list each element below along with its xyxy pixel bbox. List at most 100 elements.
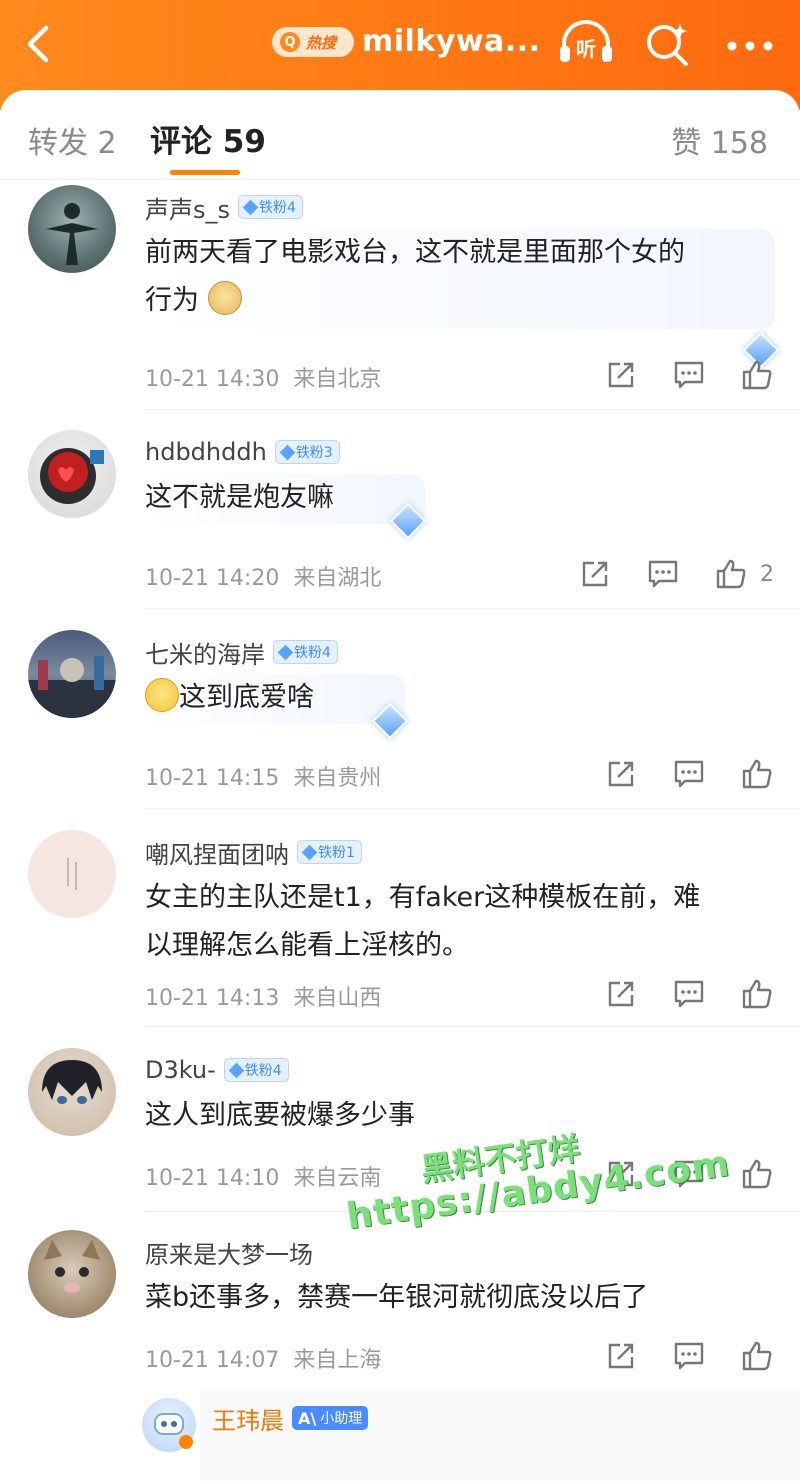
more-icon[interactable] [724,26,776,66]
comment-text: 这到底爱啥 [179,682,314,713]
comment-meta: 10-21 14:13 来自山西 [145,980,381,1012]
avatar[interactable] [28,1230,116,1318]
comment-meta: 10-21 14:15 来自贵州 [145,760,381,792]
comment-text: 菜b还事多，禁赛一年银河就彻底没以后了 [145,1282,649,1313]
like-icon[interactable] [740,1157,774,1191]
comment-time: 10-21 14:30 [145,367,280,392]
comment-time: 10-21 14:07 [145,1348,280,1373]
username[interactable]: hdbdhddh [145,438,267,466]
username[interactable]: D3ku- [145,1056,216,1084]
comment-location: 来自上海 [293,1348,382,1373]
avatar[interactable] [28,430,116,518]
comment-bubble: 这到底爱啥 [145,674,409,740]
assistant-badge-label: 小助理 [320,1411,363,1427]
share-icon[interactable] [604,757,638,791]
comment-icon[interactable] [672,977,706,1011]
fan-badge-label: 铁粉3 [295,445,333,461]
avatar[interactable] [28,1048,116,1136]
comment-meta: 10-21 14:07 来自上海 [145,1342,381,1374]
share-icon[interactable] [578,557,612,591]
diamond-icon [301,844,318,860]
comment-location: 来自云南 [293,1166,382,1191]
comment-location: 来自北京 [293,367,382,392]
username[interactable]: 七米的海岸 [145,635,265,670]
diamond-icon [279,444,296,460]
assistant-badge: A\ 小助理 [292,1406,369,1430]
hot-topic-title[interactable]: milkywa... [362,24,540,59]
comment-meta: 10-21 14:10 来自云南 [145,1160,381,1192]
avatar[interactable] [142,1398,196,1452]
comment-icon[interactable] [672,757,706,791]
like-icon[interactable] [740,358,774,392]
comment-location: 来自湖北 [293,566,382,591]
doge-emoji-icon [207,281,242,315]
divider [145,409,800,410]
tab-likes[interactable]: 赞 158 [671,118,768,162]
comment-icon[interactable] [672,1339,706,1373]
tab-bar: 转发 2 评论 59 赞 158 [0,90,800,180]
like-icon[interactable] [740,757,774,791]
fan-badge-label: 铁粉1 [318,845,355,861]
comment-bubble: 女主的主队还是t1，有faker这种模板在前，难 以理解怎么能看上淫核的。 [145,874,785,974]
fan-badge: 铁粉3 [274,440,340,464]
search-small-icon: Q [280,32,300,52]
hot-search-label: 热搜 [306,33,337,52]
diamond-icon [228,1062,245,1078]
comment-meta: 10-21 14:30 来自北京 [145,361,381,393]
avatar[interactable] [28,630,116,718]
search-icon[interactable] [642,18,694,70]
fan-badge-label: 铁粉4 [294,645,331,661]
comment-text-cont: 行为 [145,285,199,316]
share-icon[interactable] [604,977,638,1011]
like-count: 2 [760,561,774,587]
comment-text: 这不就是炮友嘛 [145,482,334,513]
tab-comments[interactable]: 评论 59 [150,116,266,161]
fan-badge-label: 铁粉4 [259,200,296,216]
comment-text: 这人到底要被爆多少事 [145,1100,415,1131]
avatar[interactable] [28,185,116,273]
divider [145,1026,800,1027]
comment-bubble: 这人到底要被爆多少事 [145,1092,545,1142]
listen-label: 听 [576,37,596,61]
back-icon[interactable] [20,22,60,66]
diamond-icon [242,199,259,215]
comment-time: 10-21 14:13 [145,986,280,1011]
divider [145,608,800,609]
avatar[interactable] [28,830,116,918]
comment-location: 来自山西 [293,986,382,1011]
comment-bubble: 这不就是炮友嘛 [145,474,427,540]
comment-meta: 10-21 14:20 来自湖北 [145,560,381,592]
hot-search-badge[interactable]: Q 热搜 [272,27,354,57]
fan-badge: 铁粉4 [273,640,338,664]
fan-badge: 铁粉4 [238,195,303,219]
ai-logo-icon: A\ [298,1408,317,1428]
divider [145,808,800,809]
comment-text: 前两天看了电影戏台，这不就是里面那个女的 [145,237,685,268]
comment-text-line2: 行为 [145,277,739,325]
diamond-icon [277,644,294,660]
fan-badge: 铁粉1 [297,840,362,864]
sweat-emoji-icon [145,678,179,712]
comment-time: 10-21 14:15 [145,766,280,791]
reply-item: 王玮晨 A\ 小助理 [0,1390,800,1481]
username[interactable]: 声声s_s [145,190,230,225]
comment-location: 来自贵州 [293,766,382,791]
share-icon[interactable] [604,358,638,392]
comment-bubble: 菜b还事多，禁赛一年银河就彻底没以后了 [145,1274,745,1324]
tab-active-indicator [170,170,240,175]
tab-repost[interactable]: 转发 2 [28,118,117,162]
comment-time: 10-21 14:10 [145,1166,280,1191]
comment-icon[interactable] [672,358,706,392]
username[interactable]: 原来是大梦一场 [145,1235,313,1270]
fan-badge-label: 铁粉4 [244,1063,282,1079]
username[interactable]: 嘲风捏面团呐 [145,835,289,870]
headphones-icon[interactable]: 听 [556,16,616,68]
comment-icon[interactable] [646,557,680,591]
like-icon[interactable] [740,1339,774,1373]
comment-text: 女主的主队还是t1，有faker这种模板在前，难 [145,882,701,913]
like-icon[interactable] [714,557,748,591]
like-icon[interactable] [740,977,774,1011]
username[interactable]: 王玮晨 [212,1401,284,1436]
share-icon[interactable] [604,1339,638,1373]
comment-time: 10-21 14:20 [145,566,280,591]
